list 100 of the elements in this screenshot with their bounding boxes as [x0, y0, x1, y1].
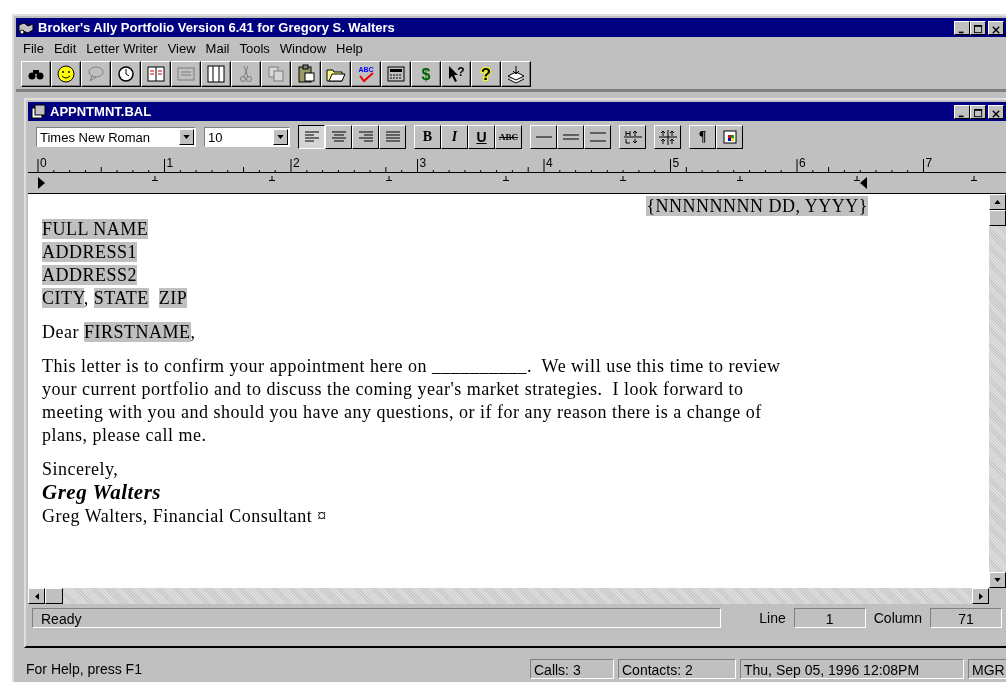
font-dropdown[interactable]: Times New Roman — [36, 127, 196, 147]
contacts-count: Contacts: 2 — [618, 659, 736, 679]
paste-button[interactable] — [291, 61, 321, 87]
caret-icon — [183, 135, 190, 139]
merge-field: STATE — [93, 288, 149, 308]
menu-item[interactable]: Window — [274, 40, 332, 56]
menu-item[interactable]: Tools — [234, 40, 275, 56]
copy-button[interactable] — [261, 61, 291, 87]
close-icon — [992, 109, 1000, 118]
clock-button[interactable] — [111, 61, 141, 87]
font-size-dropdown[interactable]: 10 — [204, 127, 290, 147]
help-button[interactable]: ? — [471, 61, 501, 87]
dollar-icon: $ — [416, 64, 436, 84]
align-center-button[interactable] — [325, 125, 352, 149]
right-arrow-icon — [978, 592, 983, 600]
close-button[interactable] — [988, 104, 1004, 119]
ruler-number: 5 — [672, 156, 680, 170]
card-button[interactable] — [171, 61, 201, 87]
signature: Greg Walters — [42, 480, 161, 504]
maximize-button[interactable] — [970, 104, 986, 119]
binoculars-button[interactable] — [21, 61, 51, 87]
menu-item[interactable]: Mail — [200, 40, 235, 56]
book-button[interactable] — [201, 61, 231, 87]
heading-icon — [622, 129, 643, 145]
document-title: APPNTMNT.BAL — [50, 104, 152, 119]
letter-paragraph: This letter is to confirm your appointment here on __________. We will use this time to review your current portfolio and to discuss the coming year's market strategies. I look forward to meeting with you and should you have any questions, or if for any reason there is a change of plans, please call me. — [42, 355, 782, 447]
align-left-button[interactable] — [298, 125, 325, 149]
calls-count: Calls: 3 — [530, 659, 614, 679]
merge-field: FIRSTNAME — [84, 322, 191, 342]
menu-item[interactable]: View — [162, 40, 201, 56]
indent-button[interactable] — [654, 125, 681, 149]
pointer-button[interactable]: ? — [441, 61, 471, 87]
italic-button[interactable]: I — [441, 125, 468, 149]
menu-item[interactable]: File — [18, 40, 49, 56]
merge-field: FULL NAME — [42, 219, 149, 239]
scroll-thumb[interactable] — [45, 588, 63, 604]
strike-button[interactable]: ABC — [495, 125, 522, 149]
column-label: Column — [872, 610, 923, 626]
right-indent-marker[interactable] — [860, 177, 867, 189]
window-title: Broker's Ally Portfolio Version 6.41 for Gregory S. Walters — [38, 20, 395, 35]
calculator-button[interactable] — [381, 61, 411, 87]
minimize-button[interactable] — [954, 20, 970, 35]
letter-text: Dear — [42, 322, 79, 342]
column-number: 71 — [930, 608, 1002, 628]
signer-name: Greg Walters, Financial Consultant ¤ — [42, 506, 327, 526]
menu-item[interactable]: Help — [331, 40, 368, 56]
scroll-right-button[interactable] — [972, 588, 989, 604]
scroll-thumb[interactable] — [989, 210, 1006, 226]
merge-field: ADDRESS2 — [42, 265, 138, 285]
one-half-button[interactable] — [557, 125, 584, 149]
indent-icon — [657, 129, 678, 145]
stack-button[interactable] — [501, 61, 531, 87]
menu-item[interactable]: Letter Writer — [81, 40, 163, 56]
scroll-up-button[interactable] — [989, 194, 1006, 210]
ruler-number: 6 — [799, 156, 806, 170]
scroll-down-button[interactable] — [989, 572, 1006, 588]
ruler-number: 2 — [293, 156, 300, 170]
close-icon — [992, 25, 1000, 34]
align-right-button[interactable] — [352, 125, 379, 149]
ruler-number: 3 — [419, 156, 427, 170]
handshake-icon — [18, 19, 34, 36]
help-hint: For Help, press F1 — [26, 661, 143, 677]
line-number: 1 — [793, 608, 866, 628]
date-field: {NNNNNNNN DD, YYYY} — [646, 196, 868, 216]
color-button[interactable] — [716, 125, 743, 149]
minimize-button[interactable] — [954, 104, 970, 119]
status-message: Ready — [32, 608, 722, 628]
scroll-left-button[interactable] — [28, 588, 45, 604]
merge-field: ZIP — [158, 288, 188, 308]
up-arrow-icon — [994, 200, 1001, 204]
line-label: Line — [758, 610, 787, 626]
ruler-number: 7 — [925, 156, 933, 170]
closing-text: Sincerely, — [42, 459, 119, 479]
date-time: Thu, Sep 05, 1996 12:08PM — [740, 659, 964, 679]
justify-button[interactable] — [379, 125, 406, 149]
ruler-number: 4 — [546, 156, 553, 170]
scissors-button[interactable] — [231, 61, 261, 87]
help-icon: ? — [476, 64, 496, 84]
heading-button[interactable] — [619, 125, 646, 149]
double-icon — [589, 132, 606, 142]
dollar-button[interactable]: $ — [411, 61, 441, 87]
caret-icon — [277, 135, 284, 139]
smiley-button[interactable] — [51, 61, 81, 87]
bubble-button[interactable] — [81, 61, 111, 87]
maximize-button[interactable] — [970, 20, 986, 35]
one-half-icon — [562, 134, 579, 140]
bold-button[interactable]: B — [414, 125, 441, 149]
maximize-icon — [973, 24, 983, 34]
menu-item[interactable]: Edit — [48, 40, 82, 56]
pilcrow-button[interactable]: ¶ — [689, 125, 716, 149]
single-button[interactable] — [530, 125, 557, 149]
close-button[interactable] — [988, 20, 1004, 35]
maximize-icon — [973, 108, 983, 118]
underline-button[interactable]: U — [468, 125, 495, 149]
ruler-number: 0 — [40, 156, 47, 170]
planner-button[interactable] — [141, 61, 171, 87]
left-indent-marker[interactable] — [38, 177, 45, 189]
double-button[interactable] — [584, 125, 611, 149]
folder-button[interactable] — [321, 61, 351, 87]
ruler-number: 1 — [166, 156, 174, 170]
